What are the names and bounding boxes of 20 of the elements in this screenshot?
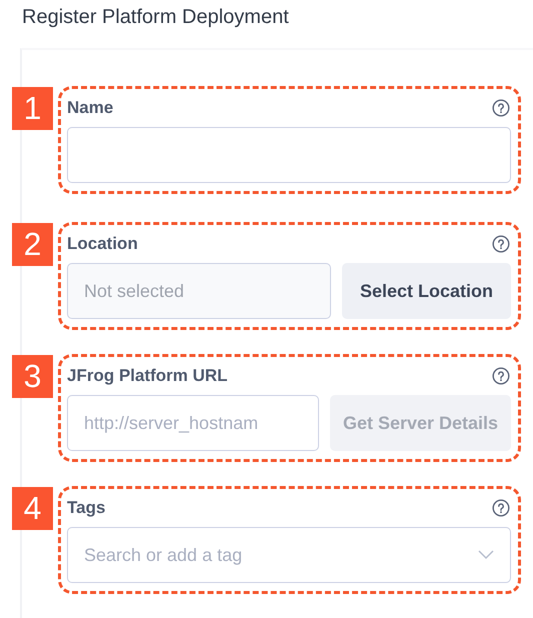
select-button[interactable]: Select Location xyxy=(342,263,511,319)
input-field[interactable] xyxy=(67,127,511,183)
field-label: JFrog Platform URL xyxy=(67,366,228,386)
chevron-down-icon xyxy=(478,550,494,560)
tag-dropdown[interactable]: Search or add a tag xyxy=(67,527,511,583)
help-icon[interactable] xyxy=(492,367,510,385)
help-icon[interactable] xyxy=(492,499,510,517)
page-title: Register Platform Deployment xyxy=(21,5,290,30)
input-field[interactable]: http://server_hostnam xyxy=(67,395,319,451)
field-label: Location xyxy=(67,234,138,254)
help-icon[interactable] xyxy=(492,99,510,117)
step-number: 3 xyxy=(12,355,53,398)
step-number: 4 xyxy=(12,487,53,530)
field-label: Tags xyxy=(67,498,106,518)
placeholder-text: Search or add a tag xyxy=(84,544,242,566)
field-label: Name xyxy=(67,98,114,118)
step-number: 1 xyxy=(12,87,53,130)
help-icon[interactable] xyxy=(492,235,510,253)
step-number: 2 xyxy=(12,223,53,266)
input-field[interactable]: Not selected xyxy=(67,263,331,319)
